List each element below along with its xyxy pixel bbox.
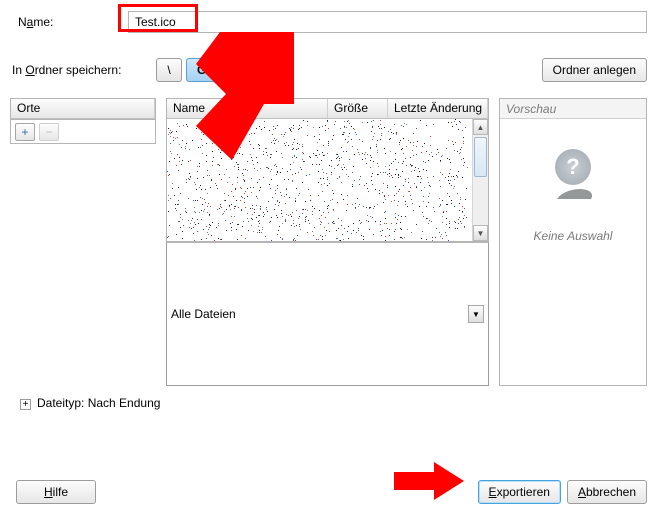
preview-empty-label: Keine Auswahl [534, 229, 613, 243]
export-button[interactable]: Exportieren [478, 480, 561, 504]
file-type-filter-value: Alle Dateien [171, 307, 236, 321]
name-label: Name: [10, 15, 120, 29]
places-header[interactable]: Orte [11, 99, 155, 118]
preview-header: Vorschau [500, 99, 646, 119]
annotation-arrow-small [394, 460, 464, 502]
remove-place-button[interactable]: − [39, 123, 59, 141]
cancel-button[interactable]: Abbrechen [567, 480, 647, 504]
add-place-button[interactable]: + [15, 123, 35, 141]
column-size-header[interactable]: Größe [328, 99, 388, 118]
dropdown-arrow-icon[interactable]: ▼ [468, 305, 484, 323]
scroll-down-icon[interactable]: ▼ [473, 225, 488, 241]
plus-icon: + [20, 399, 31, 410]
create-folder-button[interactable]: Ordner anlegen [542, 58, 647, 82]
places-toolbar: + − [10, 120, 156, 144]
scroll-thumb[interactable] [474, 137, 487, 177]
question-mark-icon: ? [548, 149, 598, 199]
help-button[interactable]: Hilfe [16, 480, 96, 504]
preview-panel: Vorschau ? Keine Auswahl [499, 98, 647, 386]
annotation-arrow-large [182, 28, 300, 164]
path-segment-root[interactable]: \ [156, 58, 182, 82]
places-panel: Orte ▲ ▼ [10, 98, 156, 120]
file-type-filter-select[interactable]: Alle Dateien ▼ [166, 242, 489, 386]
column-date-header[interactable]: Letzte Änderung [388, 99, 488, 118]
scrollbar[interactable]: ▲ ▼ [472, 119, 488, 241]
save-in-folder-label: In Ordner speichern: [10, 63, 148, 77]
scroll-up-icon[interactable]: ▲ [473, 119, 488, 135]
filetype-expander[interactable]: +Dateityp: Nach Endung [10, 396, 647, 410]
